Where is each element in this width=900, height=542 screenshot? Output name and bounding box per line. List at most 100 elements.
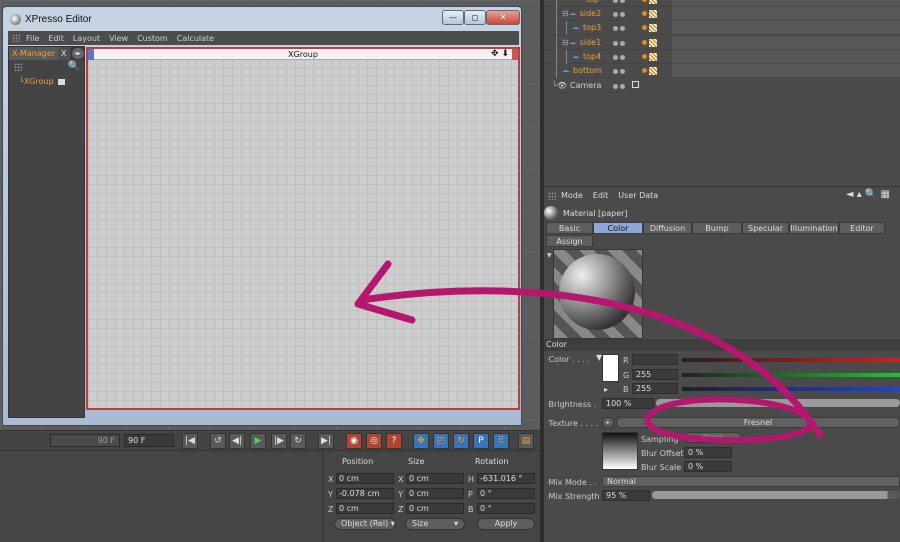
menu-calculate[interactable]: Calculate <box>177 34 214 43</box>
tab-bump[interactable]: Bump <box>692 222 742 234</box>
play-icon[interactable]: ▶ <box>250 433 266 449</box>
size-z-field[interactable]: 0 cm <box>406 503 464 514</box>
coordinate-mode-select[interactable]: Object (Rel) ▾ <box>334 518 396 530</box>
size-mode-select[interactable]: Size ▾ <box>405 518 465 530</box>
object-row[interactable]: top3 <box>544 21 900 35</box>
position-y-field[interactable]: -0.078 cm <box>336 488 394 499</box>
frame-field[interactable]: 90 F <box>124 434 174 447</box>
visibility-dots-icon[interactable] <box>613 82 627 91</box>
minimize-button[interactable]: — <box>442 10 464 25</box>
position-z-field[interactable]: 0 cm <box>336 503 394 514</box>
tab-diffusion[interactable]: Diffusion <box>643 222 692 234</box>
autokey-icon[interactable]: ◎ <box>366 433 382 449</box>
timeline-scheme-icon[interactable]: ▤ <box>518 433 534 449</box>
r-field[interactable] <box>632 354 678 365</box>
menu-user-data[interactable]: User Data <box>618 191 658 200</box>
search-icon[interactable]: 🔍 <box>68 61 80 72</box>
grip-icon[interactable] <box>548 191 556 200</box>
b-slider[interactable] <box>682 387 900 391</box>
g-slider[interactable] <box>682 373 900 377</box>
position-x-field[interactable]: 0 cm <box>336 473 394 484</box>
material-preview[interactable] <box>553 249 643 339</box>
tags-icon[interactable] <box>642 9 657 18</box>
mix-strength-slider[interactable] <box>652 491 900 499</box>
texture-shader-button[interactable]: Fresnel <box>616 417 900 428</box>
tags-icon[interactable] <box>642 23 657 32</box>
sampling-select[interactable]: None <box>684 432 742 443</box>
record-scale-icon[interactable]: ◰ <box>433 433 449 449</box>
next-frame-icon[interactable]: |▶ <box>271 433 287 449</box>
menu-edit[interactable]: Edit <box>48 34 64 43</box>
record-rotation-icon[interactable]: ↻ <box>453 433 469 449</box>
mix-strength-field[interactable]: 95 % <box>602 490 650 501</box>
object-row[interactable]: ⊟ side1 <box>544 36 900 50</box>
mix-mode-select[interactable]: Normal <box>602 476 900 487</box>
tab-basic[interactable]: Basic <box>546 222 593 234</box>
next-key-icon[interactable]: ↻ <box>290 433 306 449</box>
menu-view[interactable]: View <box>109 34 128 43</box>
tags-icon[interactable] <box>642 0 657 4</box>
preview-menu-icon[interactable]: ▼ <box>547 252 552 259</box>
record-pla-icon[interactable]: ⠿ <box>493 433 509 449</box>
input-port-bar[interactable] <box>88 49 94 60</box>
output-port-bar[interactable] <box>512 49 518 60</box>
size-y-field[interactable]: 0 cm <box>406 488 464 499</box>
object-row[interactable]: ⊟ side2 <box>544 7 900 21</box>
hsv-toggle-icon[interactable]: ▸ <box>604 385 608 394</box>
rotation-b-field[interactable]: 0 ° <box>477 503 535 514</box>
b-field[interactable]: 255 <box>632 383 678 394</box>
tags-icon[interactable] <box>642 66 657 75</box>
rotation-p-field[interactable]: 0 ° <box>477 488 535 499</box>
brightness-slider[interactable] <box>656 399 900 407</box>
color-swatch[interactable] <box>602 354 619 382</box>
tab-assign[interactable]: Assign <box>546 235 593 247</box>
visibility-dots-icon[interactable] <box>613 67 627 76</box>
menu-layout[interactable]: Layout <box>73 34 100 43</box>
blur-offset-field[interactable]: 0 % <box>684 447 732 458</box>
keyframe-selection-icon[interactable]: ? <box>386 433 402 449</box>
move-scale-icon[interactable]: ✥ ⬇ <box>491 49 509 60</box>
tab-scroll-arrows-icon[interactable]: ◂▸ <box>71 48 84 59</box>
previous-key-icon[interactable]: ↺ <box>210 433 226 449</box>
go-to-start-icon[interactable]: |◀ <box>182 433 198 449</box>
menu-custom[interactable]: Custom <box>137 34 168 43</box>
tags-icon[interactable] <box>642 38 657 47</box>
tags-icon[interactable] <box>642 52 657 61</box>
previous-frame-icon[interactable]: ◀| <box>229 433 245 449</box>
close-button[interactable]: ✕ <box>486 10 520 25</box>
tab-color[interactable]: Color <box>593 222 643 234</box>
object-row[interactable]: top4 <box>544 50 900 64</box>
record-keys-icon[interactable]: ◉ <box>346 433 362 449</box>
menu-edit[interactable]: Edit <box>593 191 609 200</box>
apply-button[interactable]: Apply <box>477 518 535 530</box>
object-row[interactable]: top <box>544 0 900 7</box>
grip-icon[interactable] <box>12 34 20 42</box>
nav-arrows-icon[interactable]: ◄ ▴ 🔍 ▦ <box>846 189 890 200</box>
maximize-button[interactable]: ◻ <box>464 10 486 25</box>
tab-specular[interactable]: Specular <box>742 222 789 234</box>
visibility-dots-icon[interactable] <box>613 24 627 33</box>
rotation-h-field[interactable]: -631.016 ° <box>477 473 535 484</box>
tree-item-xgroup[interactable]: └XGroup <box>19 77 65 86</box>
r-slider[interactable] <box>682 358 900 362</box>
go-to-end-icon[interactable]: ▶| <box>318 433 334 449</box>
visibility-dots-icon[interactable] <box>613 39 627 48</box>
menu-file[interactable]: File <box>26 34 39 43</box>
object-row[interactable]: bottom <box>544 64 900 78</box>
blur-scale-field[interactable]: 0 % <box>684 461 732 472</box>
tab-x-pool[interactable]: X <box>58 47 70 60</box>
visibility-dots-icon[interactable] <box>613 53 627 62</box>
size-x-field[interactable]: 0 cm <box>406 473 464 484</box>
menu-mode[interactable]: Mode <box>561 191 583 200</box>
tab-illumination[interactable]: Illumination <box>789 222 839 234</box>
texture-preview[interactable] <box>602 432 638 470</box>
xgroup-node-header[interactable]: XGroup ✥ ⬇ <box>88 49 518 60</box>
tab-x-manager[interactable]: X-Manager <box>9 47 59 60</box>
g-field[interactable]: 255 <box>632 369 678 380</box>
xpresso-canvas[interactable]: XGroup ✥ ⬇ <box>86 47 520 410</box>
record-parameter-icon[interactable]: P <box>473 433 489 449</box>
record-position-icon[interactable]: ✥ <box>413 433 429 449</box>
grip-icon[interactable] <box>14 63 22 71</box>
brightness-field[interactable]: 100 % <box>602 398 654 409</box>
tab-editor[interactable]: Editor <box>839 222 885 234</box>
